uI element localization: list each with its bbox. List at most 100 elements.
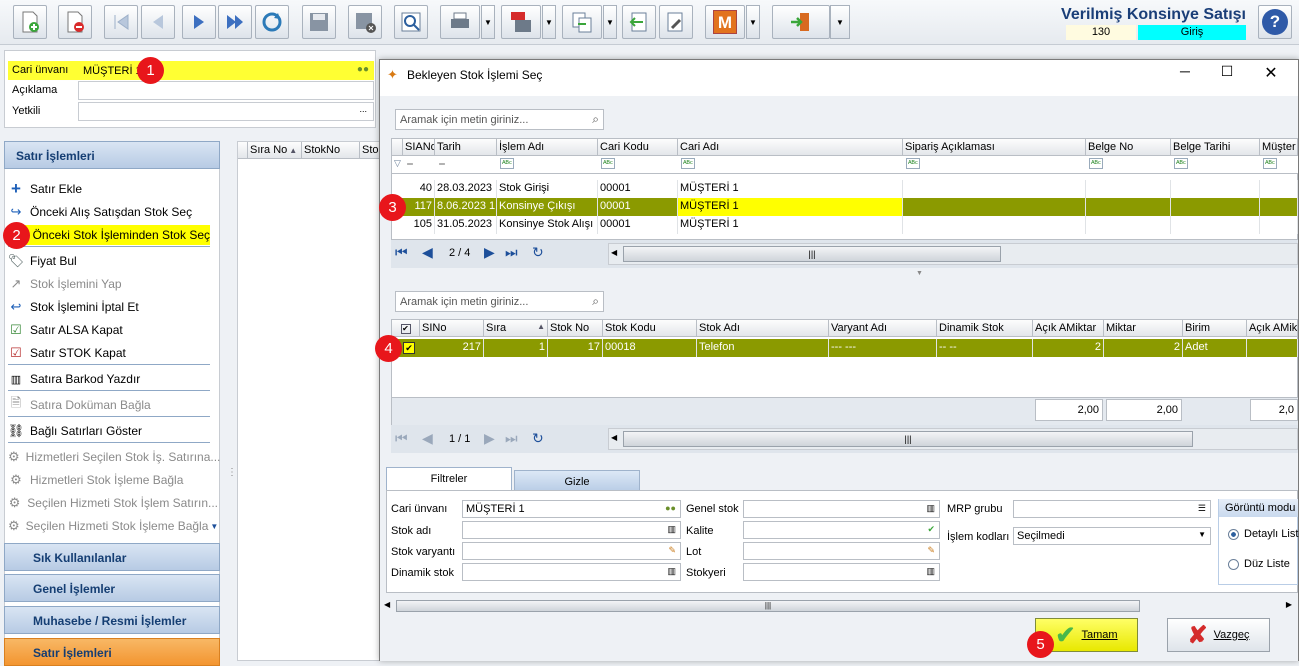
filter-mrp-input[interactable]: ☰ — [1013, 500, 1211, 518]
grid2-header[interactable]: Sıra ▲ — [484, 320, 548, 337]
menu-hizmet-4[interactable]: ⚙ Seçilen Hizmeti Stok İşleme Bağla ▼ — [8, 516, 218, 536]
pdf-dropdown[interactable]: ▼ — [542, 5, 556, 39]
main-grid-header[interactable]: Sıra No ▲ — [248, 142, 302, 159]
print-button[interactable] — [440, 5, 480, 39]
first-page-icon[interactable]: ⏮ — [395, 430, 408, 447]
close-button[interactable]: ✕ — [1256, 63, 1286, 85]
exit-button[interactable] — [772, 5, 830, 39]
delete-record-button[interactable] — [58, 5, 92, 39]
last-record-button[interactable] — [218, 5, 252, 39]
refresh-icon[interactable]: ↻ — [532, 430, 544, 447]
filter-genel-input[interactable]: ▥ — [743, 500, 940, 518]
grid2-hscroll[interactable]: ◀ ||| — [608, 428, 1298, 450]
print-dropdown[interactable]: ▼ — [481, 5, 495, 39]
menu-hizmet-2[interactable]: ⚙ Hizmetleri Stok İşleme Bağla — [8, 470, 218, 490]
menu-onceki-stok-islem[interactable]: Önceki Stok İşleminden Stok Seç — [8, 225, 210, 245]
search-input-2[interactable]: Aramak için metin giriniz... ⌕ — [395, 291, 604, 312]
splitter-handle[interactable]: ⋮ — [227, 468, 237, 490]
row-checkbox[interactable]: ✔ — [403, 342, 415, 354]
grid1-header[interactable]: Belge No — [1086, 139, 1171, 156]
scroll-thumb[interactable]: ||| — [623, 246, 1001, 262]
grid1-header[interactable]: İşlem Adı — [497, 139, 598, 156]
scroll-thumb[interactable]: ||| — [623, 431, 1193, 447]
menu-satir-ekle[interactable]: + Satır Ekle — [8, 179, 218, 199]
filter-cari-input[interactable]: MÜŞTERİ 1 ●● — [462, 500, 681, 518]
export-button[interactable] — [562, 5, 602, 39]
menu-stok-islemini-yap[interactable]: ↗ Stok İşlemini Yap — [8, 274, 218, 294]
menu-stok-kapat[interactable]: ☑ Satır STOK Kapat — [8, 343, 218, 363]
menu-onceki-alis[interactable]: ↪ Önceki Alış Satışdan Stok Seç — [8, 202, 218, 222]
next-page-icon[interactable]: ▶ — [484, 244, 495, 261]
yetkili-browse-button[interactable]: ... — [359, 104, 367, 114]
prev-page-icon[interactable]: ◀ — [422, 244, 433, 261]
grid2-select-all[interactable]: ✔ — [392, 320, 420, 337]
last-page-icon[interactable]: ⏭ — [505, 244, 518, 261]
menu-stok-iptal[interactable]: ↩ Stok İşlemini İptal Et — [8, 297, 218, 317]
grid2-header[interactable]: Miktar — [1104, 320, 1183, 337]
scroll-left-icon[interactable]: ◀ — [611, 248, 617, 257]
grid1-header[interactable]: Tarih — [435, 139, 497, 156]
scroll-right-icon[interactable]: ▶ — [1286, 600, 1292, 609]
module-dropdown[interactable]: ▼ — [746, 5, 760, 39]
grid1-filter-cell[interactable]: ＝ — [406, 159, 414, 170]
module-m-button[interactable]: M — [705, 5, 745, 39]
grid2-header[interactable]: Açık AMikt — [1247, 320, 1298, 337]
filter-kalite-input[interactable]: ✔ — [743, 521, 940, 539]
save-button[interactable] — [302, 5, 336, 39]
main-grid-header[interactable]: StokNo — [302, 142, 360, 159]
grid1-filter-cell[interactable]: ᴬᴮᶜ — [906, 158, 920, 169]
nav-group-genel[interactable]: Genel İşlemler — [4, 574, 220, 602]
filter-islem-select[interactable]: Seçilmedi ▼ — [1013, 527, 1211, 545]
menu-hizmet-3[interactable]: ⚙ Seçilen Hizmeti Stok İşlem Satırın... — [8, 493, 218, 513]
minimize-button[interactable]: ─ — [1170, 63, 1200, 85]
grid2-header[interactable]: Dinamik Stok — [937, 320, 1033, 337]
grid2-header[interactable]: Varyant Adı — [829, 320, 937, 337]
cancel-save-button[interactable] — [348, 5, 382, 39]
scroll-thumb[interactable]: ||| — [396, 600, 1140, 612]
filter-stok-adi-input[interactable]: ▥ — [462, 521, 681, 539]
cari-unvani-field[interactable]: MÜŞTERİ 1 ●● — [78, 61, 374, 80]
grid2-header[interactable]: Açık AMiktar — [1033, 320, 1104, 337]
yetkili-field[interactable]: ... — [78, 102, 374, 121]
export-dropdown[interactable]: ▼ — [603, 5, 617, 39]
filter-lot-input[interactable]: ✎ — [743, 542, 940, 560]
menu-bagli-satirlar[interactable]: ⛓ Bağlı Satırları Göster — [8, 421, 218, 441]
last-page-icon[interactable]: ⏭ — [505, 430, 518, 447]
grid1-header[interactable]: Sipariş Açıklaması — [903, 139, 1086, 156]
view-detayli-radio[interactable]: Detaylı Liste — [1228, 528, 1299, 540]
grid1-filter-cell[interactable]: ᴬᴮᶜ — [1174, 158, 1188, 169]
nav-group-muhasebe[interactable]: Muhasebe / Resmi İşlemler — [4, 606, 220, 634]
import-button[interactable] — [622, 5, 656, 39]
refresh-icon[interactable]: ↻ — [532, 244, 544, 261]
tab-filtreler[interactable]: Filtreler — [386, 467, 512, 491]
pane-splitter[interactable]: ▼ — [916, 270, 923, 277]
grid1-filter-cell[interactable]: ᴬᴮᶜ — [500, 158, 514, 169]
preview-button[interactable] — [394, 5, 428, 39]
tab-gizle[interactable]: Gizle — [514, 470, 640, 492]
grid1-header[interactable]: Cari Adı — [678, 139, 903, 156]
grid2-header[interactable]: Stok Adı — [697, 320, 829, 337]
cancel-button[interactable]: ✘ Vazgeç — [1167, 618, 1270, 652]
grid2-header[interactable]: Stok Kodu — [603, 320, 697, 337]
prev-page-icon[interactable]: ◀ — [422, 430, 433, 447]
grid1-filter-cell[interactable]: ᴬᴮᶜ — [601, 158, 615, 169]
menu-fiyat-bul[interactable]: 🏷 Fiyat Bul — [8, 251, 218, 271]
search-input-1[interactable]: Aramak için metin giriniz... ⌕ — [395, 109, 604, 130]
next-record-button[interactable] — [182, 5, 216, 39]
first-page-icon[interactable]: ⏮ — [395, 244, 408, 261]
help-button[interactable]: ? — [1258, 5, 1292, 39]
grid1-hscroll[interactable]: ◀ ||| — [608, 243, 1298, 265]
nav-group-sik[interactable]: Sık Kullanılanlar — [4, 543, 220, 571]
new-record-button[interactable] — [13, 5, 47, 39]
dialog-hscroll[interactable]: ◀ ||| ▶ — [380, 597, 1298, 615]
exit-dropdown[interactable]: ▼ — [830, 5, 850, 39]
main-grid-header[interactable]: Sto — [360, 142, 380, 159]
grid1-filter-cell[interactable]: ＝ — [438, 159, 446, 170]
grid1-header[interactable]: Müşter — [1260, 139, 1298, 156]
pdf-button[interactable] — [501, 5, 541, 39]
grid2-header[interactable]: Birim — [1183, 320, 1247, 337]
refresh-button[interactable] — [255, 5, 289, 39]
filter-funnel-icon[interactable]: ▽ — [394, 158, 401, 169]
tools-button[interactable] — [659, 5, 693, 39]
filter-varyant-input[interactable]: ✎ — [462, 542, 681, 560]
